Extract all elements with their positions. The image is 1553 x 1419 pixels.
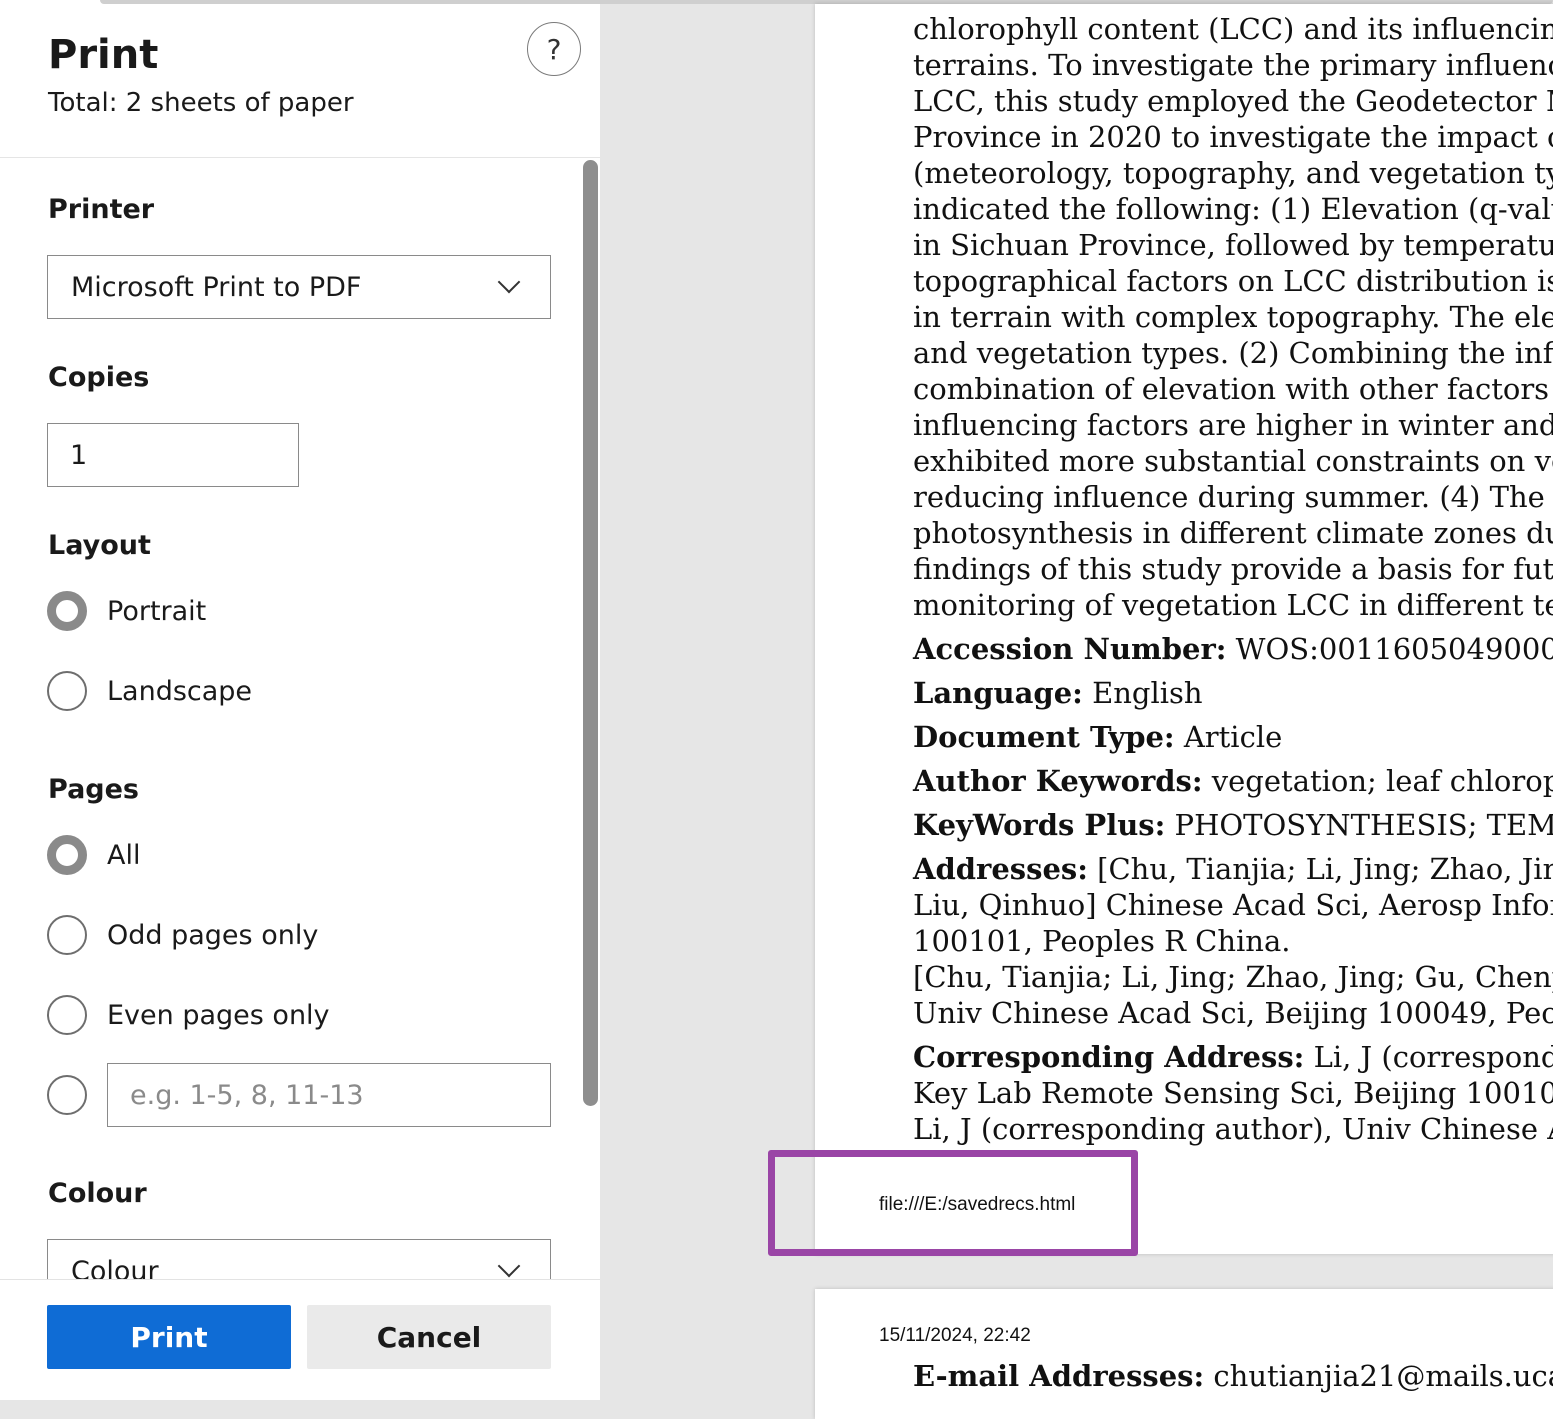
settings-scrollbar[interactable] bbox=[583, 160, 598, 1106]
highlight-annotation-box bbox=[768, 1150, 1138, 1256]
layout-option-portrait[interactable]: Portrait bbox=[47, 591, 206, 631]
sheet-count: Total: 2 sheets of paper bbox=[48, 88, 354, 118]
corresponding-address-field: Corresponding Address: Li, J (correspond… bbox=[913, 1040, 1553, 1146]
page-range-placeholder: e.g. 1-5, 8, 11-13 bbox=[130, 1079, 364, 1111]
radio-checked-icon[interactable] bbox=[47, 835, 87, 875]
abstract-line: findings of this study provide a basis f… bbox=[913, 552, 1553, 586]
print-button[interactable]: Print bbox=[47, 1305, 291, 1369]
abstract-line: photosynthesis in different climate zone… bbox=[913, 516, 1553, 550]
abstract-line: LCC, this study employed the Geodetector… bbox=[913, 84, 1553, 118]
abstract-line: exhibited more substantial constraints o… bbox=[913, 444, 1553, 478]
preview-page-1: chlorophyll content (LCC) and its influe… bbox=[815, 4, 1553, 1254]
pages-option-custom[interactable] bbox=[47, 1075, 87, 1115]
printer-label: Printer bbox=[48, 194, 155, 225]
chevron-down-icon bbox=[497, 270, 521, 294]
abstract-line: Province in 2020 to investigate the impa… bbox=[913, 120, 1553, 154]
keywords-plus-field: KeyWords Plus: PHOTOSYNTHESIS; TEMPER bbox=[913, 808, 1553, 842]
radio-label: Landscape bbox=[107, 675, 253, 707]
accession-field: Accession Number: WOS:001160504900001 bbox=[913, 632, 1553, 666]
pages-option-all[interactable]: All bbox=[47, 835, 140, 875]
radio-label: Odd pages only bbox=[107, 919, 319, 951]
abstract-line: (meteorology, topography, and vegetation… bbox=[913, 156, 1553, 190]
copies-value: 1 bbox=[70, 439, 88, 471]
abstract-line: topographical factors on LCC distributio… bbox=[913, 264, 1553, 298]
radio-checked-icon[interactable] bbox=[47, 591, 87, 631]
help-button[interactable]: ? bbox=[527, 22, 581, 76]
printer-selected-value: Microsoft Print to PDF bbox=[71, 271, 362, 303]
dialog-footer: Print Cancel bbox=[0, 1279, 600, 1400]
page-header-date: 15/11/2024, 22:42 bbox=[879, 1325, 1031, 1346]
pages-option-even[interactable]: Even pages only bbox=[47, 995, 330, 1035]
radio-unchecked-icon[interactable] bbox=[47, 995, 87, 1035]
copies-input[interactable]: 1 bbox=[47, 423, 299, 487]
doctype-field: Document Type: Article bbox=[913, 720, 1283, 754]
question-mark-icon: ? bbox=[546, 32, 562, 66]
radio-unchecked-icon[interactable] bbox=[47, 671, 87, 711]
printer-select[interactable]: Microsoft Print to PDF bbox=[47, 255, 551, 319]
language-field: Language: English bbox=[913, 676, 1203, 710]
abstract-line: influencing factors are higher in winter… bbox=[913, 408, 1553, 442]
abstract-line: chlorophyll content (LCC) and its influe… bbox=[913, 12, 1553, 46]
layout-option-landscape[interactable]: Landscape bbox=[47, 671, 252, 711]
abstract-text: chlorophyll content (LCC) and its influe… bbox=[913, 11, 1553, 623]
radio-label: All bbox=[107, 839, 141, 871]
abstract-line: indicated the following: (1) Elevation (… bbox=[913, 192, 1553, 226]
abstract-line: terrains. To investigate the primary inf… bbox=[913, 48, 1553, 82]
cancel-button[interactable]: Cancel bbox=[307, 1305, 551, 1369]
chevron-down-icon bbox=[497, 1254, 521, 1278]
header-divider bbox=[0, 157, 600, 158]
page1-text: chlorophyll content (LCC) and its influe… bbox=[913, 11, 1553, 1147]
abstract-line: monitoring of vegetation LCC in differen… bbox=[913, 588, 1553, 622]
radio-label: Portrait bbox=[107, 595, 207, 627]
addresses-field: Addresses: [Chu, Tianjia; Li, Jing; Zhao… bbox=[913, 852, 1553, 1030]
abstract-line: reducing influence during summer. (4) Th… bbox=[913, 480, 1553, 514]
abstract-line: combination of elevation with other fact… bbox=[913, 372, 1553, 406]
page-range-input[interactable]: e.g. 1-5, 8, 11-13 bbox=[107, 1063, 551, 1127]
dialog-title: Print bbox=[48, 32, 159, 78]
abstract-line: in Sichuan Province, followed by tempera… bbox=[913, 228, 1553, 262]
colour-label: Colour bbox=[48, 1178, 147, 1209]
abstract-line: and vegetation types. (2) Combining the … bbox=[913, 336, 1553, 370]
pages-label: Pages bbox=[48, 774, 139, 805]
print-settings-panel: Print Total: 2 sheets of paper ? Printer… bbox=[0, 0, 600, 1400]
radio-label: Even pages only bbox=[107, 999, 330, 1031]
radio-unchecked-icon[interactable] bbox=[47, 1075, 87, 1115]
radio-unchecked-icon[interactable] bbox=[47, 915, 87, 955]
email-field: E-mail Addresses: chutianjia21@mails.uca… bbox=[913, 1359, 1553, 1393]
layout-label: Layout bbox=[48, 530, 151, 561]
author-keywords-field: Author Keywords: vegetation; leaf chloro… bbox=[913, 764, 1553, 798]
copies-label: Copies bbox=[48, 362, 150, 393]
abstract-line: in terrain with complex topography. The … bbox=[913, 300, 1553, 334]
pages-option-odd[interactable]: Odd pages only bbox=[47, 915, 318, 955]
